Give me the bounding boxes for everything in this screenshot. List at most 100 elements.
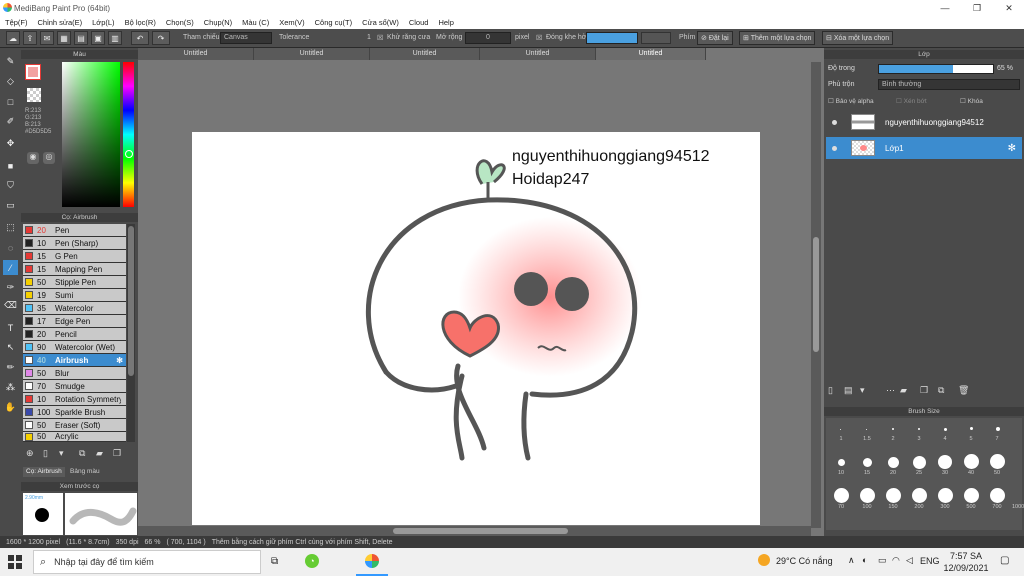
restore-button[interactable]: ❐ xyxy=(962,0,992,16)
transparent-color-swatch[interactable] xyxy=(27,88,41,102)
frame-icon[interactable]: ▣ xyxy=(91,31,105,45)
new-layer-icon[interactable]: ▯ xyxy=(828,385,833,396)
brush-item[interactable]: 50 Eraser (Soft) xyxy=(23,419,126,432)
new-brush-icon[interactable]: ▯ xyxy=(43,448,48,459)
drawing-canvas[interactable]: nguyenthihuonggiang94512 Hoidap247 xyxy=(192,132,760,525)
tab-brush[interactable]: Cọ: Airbrush xyxy=(23,467,65,477)
add-brush-icon[interactable]: ⊕ xyxy=(26,448,34,459)
brush-item[interactable]: 17 Edge Pen xyxy=(23,315,126,328)
language-indicator[interactable]: ENG xyxy=(920,556,940,566)
clock-time[interactable]: 7:57 SA xyxy=(944,551,988,561)
tab-document-4[interactable]: Untitled xyxy=(480,48,596,60)
menu-help[interactable]: Help xyxy=(433,18,458,27)
opacity-slider[interactable] xyxy=(878,64,994,74)
copy-brush-icon[interactable]: ⧉ xyxy=(79,448,85,459)
minimize-button[interactable]: — xyxy=(930,0,960,16)
brush-item[interactable]: 90 Watercolor (Wet) xyxy=(23,341,126,354)
brush-size-option[interactable]: 30 xyxy=(934,470,956,476)
hue-slider-handle[interactable] xyxy=(125,150,133,158)
hand-tool-icon[interactable]: ✋ xyxy=(3,400,18,415)
brush-item-selected[interactable]: 40 Airbrush ✻ xyxy=(23,354,126,367)
brush-size-option[interactable]: 40 xyxy=(960,470,982,476)
antialias-checkbox[interactable]: ☒ xyxy=(377,34,383,42)
swap-color-icon[interactable]: ◎ xyxy=(43,152,55,164)
trash-icon[interactable]: 🗑 xyxy=(958,385,969,396)
horizontal-scrollbar[interactable] xyxy=(138,526,811,536)
close-gap-level[interactable] xyxy=(586,32,638,44)
layer-item[interactable]: nguyenthihuonggiang94512 xyxy=(826,111,1022,133)
reset-button[interactable]: ⊘ Đặt lại xyxy=(697,31,733,45)
layer-type-icon[interactable]: ▾ xyxy=(860,385,865,396)
brush-size-option[interactable]: 70 xyxy=(830,504,852,510)
pen-tool-icon[interactable]: ✐ xyxy=(3,114,18,129)
app-tray-icon[interactable]: ◐ xyxy=(862,555,867,565)
medibang-taskbar-icon[interactable] xyxy=(365,554,379,568)
vertical-scroll-thumb[interactable] xyxy=(813,237,819,352)
layer-visibility-icon[interactable] xyxy=(832,119,837,125)
brush-size-option[interactable]: 1 xyxy=(830,436,852,442)
brush-item[interactable]: 20 Pen xyxy=(23,224,126,237)
panel-icon[interactable]: ▥ xyxy=(108,31,122,45)
lasso-tool-icon[interactable]: ◌ xyxy=(3,240,18,255)
remove-selection-button[interactable]: ⊟ Xóa một lựa chọn xyxy=(822,31,894,45)
layer-folder-icon[interactable]: ▰ xyxy=(900,385,907,396)
grid-icon[interactable]: ▦ xyxy=(57,31,71,45)
menu-cloud[interactable]: Cloud xyxy=(404,18,434,27)
wifi-icon[interactable]: ◠ xyxy=(892,555,900,566)
eraser-select-tool-icon[interactable]: ⌫ xyxy=(3,298,18,313)
menu-layer[interactable]: Lớp(L) xyxy=(87,18,119,27)
brush-size-option[interactable]: 15 xyxy=(856,470,878,476)
layer-item-selected[interactable]: Lớp1 ✻ xyxy=(826,137,1022,159)
brush-size-option[interactable]: 300 xyxy=(934,504,956,510)
add-selection-button[interactable]: ⊞ Thêm một lựa chọn xyxy=(739,31,816,45)
clipping-checkbox[interactable]: ☐ Xén bớt xyxy=(896,97,927,105)
folder-icon[interactable]: ▰ xyxy=(96,448,103,459)
brush-size-option[interactable]: 1.5 xyxy=(856,436,878,442)
layer-visibility-icon[interactable] xyxy=(832,145,837,151)
weather-text[interactable]: 29°C Có nắng xyxy=(776,556,833,566)
volume-icon[interactable]: ◁ xyxy=(906,555,913,566)
brush-menu-icon[interactable]: ▾ xyxy=(59,448,64,459)
brush-size-option[interactable]: 50 xyxy=(986,470,1008,476)
text-tool-icon[interactable]: T xyxy=(3,320,18,335)
menu-snap[interactable]: Chụp(N) xyxy=(199,18,237,27)
brush-size-option[interactable]: 5 xyxy=(960,436,982,442)
brush-size-option[interactable]: 1000 xyxy=(1012,504,1024,510)
share-icon[interactable]: ⇪ xyxy=(23,31,37,45)
horizontal-scroll-thumb[interactable] xyxy=(393,528,568,534)
redo-icon[interactable]: ↷ xyxy=(152,31,170,45)
brush-list-scroll-thumb[interactable] xyxy=(128,226,134,376)
menu-tools[interactable]: Công cụ(T) xyxy=(310,18,358,27)
new-layer-menu-icon[interactable]: ▤ xyxy=(844,385,853,396)
foreground-color-swatch[interactable] xyxy=(25,64,41,80)
tab-document-5[interactable]: Untitled xyxy=(596,48,706,60)
brush-item[interactable]: 50 Blur xyxy=(23,367,126,380)
brush-size-option[interactable]: 200 xyxy=(908,504,930,510)
close-button[interactable]: ✕ xyxy=(994,0,1024,16)
brush-item[interactable]: 50 Stipple Pen xyxy=(23,276,126,289)
expand-input[interactable]: 0 xyxy=(465,32,511,44)
brush-size-option[interactable]: 2 xyxy=(882,436,904,442)
brush-size-option[interactable]: 4 xyxy=(934,436,956,442)
brush-size-option[interactable]: 3 xyxy=(908,436,930,442)
menu-edit[interactable]: Chỉnh sửa(E) xyxy=(33,18,88,27)
magic-wand-tool-icon[interactable]: ⁄ xyxy=(3,260,18,275)
fill-rect-tool-icon[interactable]: ■ xyxy=(3,158,18,173)
duplicate-icon[interactable]: ❐ xyxy=(113,448,121,459)
palette-icon[interactable]: ◉ xyxy=(27,152,39,164)
brush-item[interactable]: 50 Acrylic xyxy=(23,432,126,442)
bucket-tool-icon[interactable]: ⛉ xyxy=(3,178,18,193)
tab-document-2[interactable]: Untitled xyxy=(254,48,370,60)
brush-size-option[interactable]: 100 xyxy=(856,504,878,510)
brush-size-option[interactable]: 7 xyxy=(986,436,1008,442)
brush-size-option[interactable]: 10 xyxy=(830,470,852,476)
menu-color[interactable]: Màu (C) xyxy=(237,18,274,27)
snap-icon[interactable]: ▤ xyxy=(74,31,88,45)
close-gap-checkbox[interactable]: ☒ xyxy=(536,34,542,42)
gear-icon[interactable]: ✻ xyxy=(1008,143,1016,154)
brush-item[interactable]: 35 Watercolor xyxy=(23,302,126,315)
chevron-up-icon[interactable]: ∧ xyxy=(848,555,855,566)
gradient-tool-icon[interactable]: ▭ xyxy=(3,198,18,213)
rect-tool-icon[interactable]: □ xyxy=(3,94,18,109)
select-pen-tool-icon[interactable]: ✑ xyxy=(3,280,18,295)
